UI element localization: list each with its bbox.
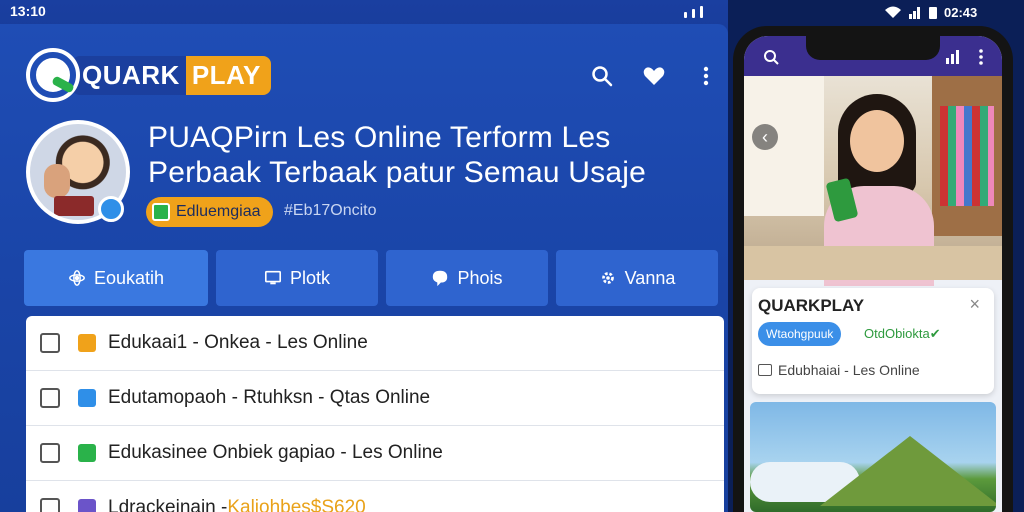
- landscape-image: [750, 402, 996, 512]
- app-logo[interactable]: QUARK PLAY: [30, 52, 271, 98]
- close-icon[interactable]: ×: [969, 294, 980, 315]
- search-icon[interactable]: [590, 64, 614, 88]
- logo-wordmark: QUARK PLAY: [72, 55, 271, 95]
- card-status: OtdObiokta✔: [864, 326, 941, 341]
- hero-bookshelf: [932, 76, 1002, 236]
- main-panel: QUARK PLAY PUAQPirn Les Online Terform Le…: [0, 24, 728, 512]
- course-card[interactable]: QUARKPLAY × Wtaohgpuuk OtdObiokta✔ Edubh…: [752, 288, 994, 394]
- card-title: QUARKPLAY: [758, 296, 865, 315]
- logo-play-text: PLAY: [185, 55, 271, 95]
- category-square-icon: [78, 334, 96, 352]
- course-list: Edukaai1 - Onkea - Les Online Edutamopao…: [26, 316, 724, 512]
- list-item-label: Edukaai1 - Onkea - Les Online: [108, 332, 368, 353]
- tab-label: Plotk: [289, 267, 331, 288]
- card-lesson[interactable]: Edubhaiai - Les Online: [758, 362, 920, 378]
- tab-vanna[interactable]: Vanna: [556, 250, 718, 306]
- headline-line-2: Perbaak Terbaak patur Semau Usaje: [148, 156, 646, 189]
- status-time-right: 02:43: [944, 4, 978, 20]
- phone-search-icon[interactable]: [762, 48, 780, 66]
- landscape-mountain: [820, 436, 996, 506]
- tab-phois[interactable]: Phois: [386, 250, 548, 306]
- category-chip[interactable]: Edluemgiaa: [146, 197, 273, 227]
- status-bar-right: 02:43: [884, 0, 1024, 24]
- list-item[interactable]: Ldrackeinain - Kaliohbes$S620: [26, 481, 724, 512]
- signal-icon: [684, 6, 703, 18]
- checkbox-icon[interactable]: [40, 498, 60, 512]
- video-icon: [758, 364, 772, 376]
- phone-menu-icon[interactable]: [972, 48, 990, 66]
- status-time: 13:10: [10, 3, 46, 19]
- chip-icon: [152, 203, 170, 221]
- cell-signal-icon: [909, 7, 920, 19]
- list-item[interactable]: Edutamopaoh - Rtuhksn - Qtas Online: [26, 371, 724, 426]
- card-pill-button[interactable]: Wtaohgpuuk: [758, 322, 842, 346]
- monitor-icon: [264, 270, 281, 285]
- battery-icon: [929, 7, 937, 19]
- checkbox-icon[interactable]: [40, 388, 60, 408]
- list-item-label: Edutamopaoh - Rtuhksn - Qtas Online: [108, 387, 431, 408]
- tab-label: Eoukatih: [93, 267, 165, 288]
- checkbox-icon[interactable]: [40, 333, 60, 353]
- phone-screen: ‹ QUARKPLAY × Wtaohgpuuk OtdObiokta✔ Edu…: [744, 36, 1002, 512]
- list-item[interactable]: Edukasinee Onbiek gapiao - Les Online: [26, 426, 724, 481]
- header-actions: [590, 64, 718, 88]
- list-item[interactable]: Edukaai1 - Onkea - Les Online: [26, 316, 724, 371]
- category-square-icon: [78, 444, 96, 462]
- chip-label: Edluemgiaa: [176, 203, 261, 220]
- heart-icon[interactable]: [642, 64, 666, 88]
- card-lesson-label: Edubhaiai - Les Online: [778, 362, 920, 378]
- tab-label: Vanna: [624, 267, 676, 288]
- back-button[interactable]: ‹: [752, 124, 778, 150]
- gear-icon: [601, 272, 614, 284]
- logo-quark-text: QUARK: [72, 55, 186, 95]
- verified-badge-icon: [98, 196, 124, 222]
- more-vertical-icon[interactable]: [694, 64, 718, 88]
- logo-mark-icon: [30, 52, 76, 98]
- hero-image: ‹: [744, 76, 1002, 286]
- tab-plotk[interactable]: Plotk: [216, 250, 378, 306]
- list-item-label: Edukasinee Onbiek gapiao - Les Online: [108, 442, 443, 463]
- profile-meta: #Eb17Oncito: [284, 202, 377, 219]
- phone-notch: [806, 36, 940, 60]
- category-square-icon: [78, 499, 96, 512]
- headline-line-1: PUAQPirn Les Online Terform Les: [148, 121, 611, 154]
- wifi-icon: [885, 6, 901, 18]
- category-square-icon: [78, 389, 96, 407]
- profile-headline: PUAQPirn Les Online Terform Les Perbaak …: [148, 120, 646, 190]
- tab-eoukatih[interactable]: Eoukatih: [24, 250, 208, 306]
- list-item-label: Ldrackeinain -: [108, 497, 228, 512]
- atom-icon: [69, 270, 85, 286]
- chat-icon: [433, 270, 448, 287]
- tab-label: Phois: [457, 267, 503, 288]
- list-item-price: Kaliohbes$S620: [227, 497, 366, 512]
- checkbox-icon[interactable]: [40, 443, 60, 463]
- phone-app-bar: [744, 36, 1002, 76]
- status-bar: 13:10: [0, 0, 728, 24]
- nav-tabs: Eoukatih Plotk Phois Vanna: [24, 250, 724, 306]
- phone-stats-icon[interactable]: [944, 48, 962, 66]
- hero-desk: [744, 246, 1002, 280]
